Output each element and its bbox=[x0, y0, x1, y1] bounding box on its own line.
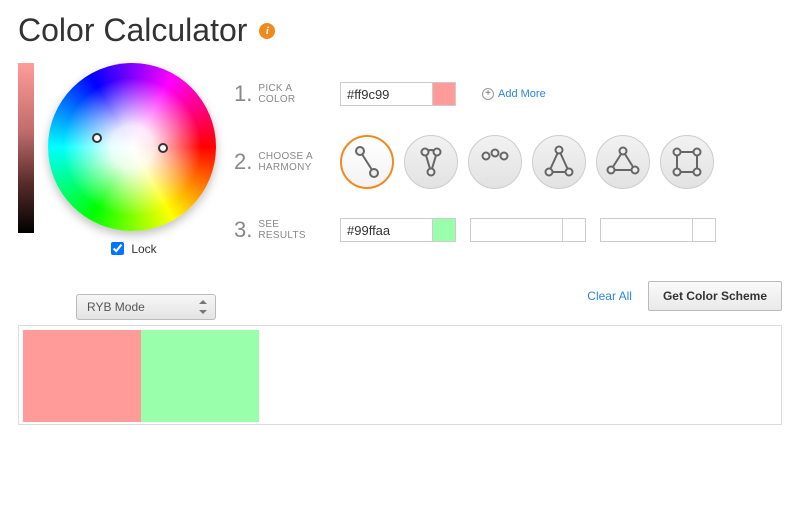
get-color-scheme-button[interactable]: Get Color Scheme bbox=[648, 281, 782, 311]
harmony-complementary-icon bbox=[347, 142, 387, 182]
result-2 bbox=[470, 218, 586, 242]
step-harmony: 2. CHOOSE A HARMONY bbox=[234, 133, 782, 191]
harmony-split-complementary[interactable] bbox=[532, 135, 586, 189]
harmony-analogous[interactable] bbox=[404, 135, 458, 189]
palette-swatch-2[interactable] bbox=[141, 330, 259, 422]
info-icon[interactable]: i bbox=[259, 23, 275, 39]
harmony-triadic-dots[interactable] bbox=[468, 135, 522, 189]
mode-select-label: RYB Mode bbox=[87, 300, 145, 314]
results-row bbox=[340, 218, 716, 242]
harmony-triadic[interactable] bbox=[596, 135, 650, 189]
harmony-triadic-dots-icon bbox=[475, 142, 515, 182]
result-2-hex[interactable] bbox=[470, 218, 562, 242]
action-bar: Clear All Get Color Scheme bbox=[587, 281, 782, 311]
step-2-label: 2. CHOOSE A HARMONY bbox=[234, 149, 326, 175]
harmony-analogous-icon bbox=[411, 142, 451, 182]
result-1 bbox=[340, 218, 456, 242]
step-3-num: 3. bbox=[234, 217, 252, 243]
wheel-handle-2[interactable] bbox=[158, 143, 168, 153]
lock-label: Lock bbox=[131, 242, 156, 256]
step-results: 3. SEE RESULTS bbox=[234, 201, 782, 259]
pick-color-swatch[interactable] bbox=[432, 82, 456, 106]
mode-select[interactable]: RYB Mode bbox=[76, 294, 216, 320]
page-title: Color Calculator i bbox=[18, 12, 782, 49]
lock-checkbox[interactable] bbox=[111, 242, 124, 255]
harmony-options bbox=[340, 135, 714, 189]
step-2-num: 2. bbox=[234, 149, 252, 175]
palette-swatch-1[interactable] bbox=[23, 330, 141, 422]
harmony-tetradic[interactable] bbox=[660, 135, 714, 189]
result-3-hex[interactable] bbox=[600, 218, 692, 242]
harmony-tetradic-icon bbox=[667, 142, 707, 182]
wheel-handle-1[interactable] bbox=[92, 133, 102, 143]
clear-all-link[interactable]: Clear All bbox=[587, 289, 632, 303]
result-3 bbox=[600, 218, 716, 242]
palette-panel bbox=[18, 325, 782, 425]
plus-icon: + bbox=[482, 88, 494, 100]
harmony-split-icon bbox=[539, 142, 579, 182]
right-column: 1. PICK A COLOR + Add More 2. CHOOSE A bbox=[234, 63, 782, 269]
color-wheel[interactable] bbox=[48, 63, 216, 231]
result-2-swatch[interactable] bbox=[562, 218, 586, 242]
harmony-complementary[interactable] bbox=[340, 135, 394, 189]
left-column: Lock bbox=[18, 63, 216, 269]
result-1-hex[interactable] bbox=[340, 218, 432, 242]
step-2-text: CHOOSE A HARMONY bbox=[258, 151, 313, 174]
top-area: Lock 1. PICK A COLOR + Add More bbox=[18, 63, 782, 269]
add-more-label: Add More bbox=[498, 88, 546, 100]
add-more-link[interactable]: + Add More bbox=[482, 88, 546, 100]
wheel-column: Lock bbox=[48, 63, 216, 258]
step-1-label: 1. PICK A COLOR bbox=[234, 81, 326, 107]
title-text: Color Calculator bbox=[18, 12, 247, 49]
lock-toggle[interactable]: Lock bbox=[107, 239, 156, 258]
harmony-triadic-icon bbox=[603, 142, 643, 182]
result-1-swatch[interactable] bbox=[432, 218, 456, 242]
result-3-swatch[interactable] bbox=[692, 218, 716, 242]
value-strip[interactable] bbox=[18, 63, 34, 233]
step-1-text: PICK A COLOR bbox=[258, 83, 295, 106]
step-pick-color: 1. PICK A COLOR + Add More bbox=[234, 65, 782, 123]
pick-color-group bbox=[340, 82, 456, 106]
step-3-label: 3. SEE RESULTS bbox=[234, 217, 326, 243]
step-3-text: SEE RESULTS bbox=[258, 219, 305, 242]
step-1-num: 1. bbox=[234, 81, 252, 107]
pick-hex-input[interactable] bbox=[340, 82, 432, 106]
